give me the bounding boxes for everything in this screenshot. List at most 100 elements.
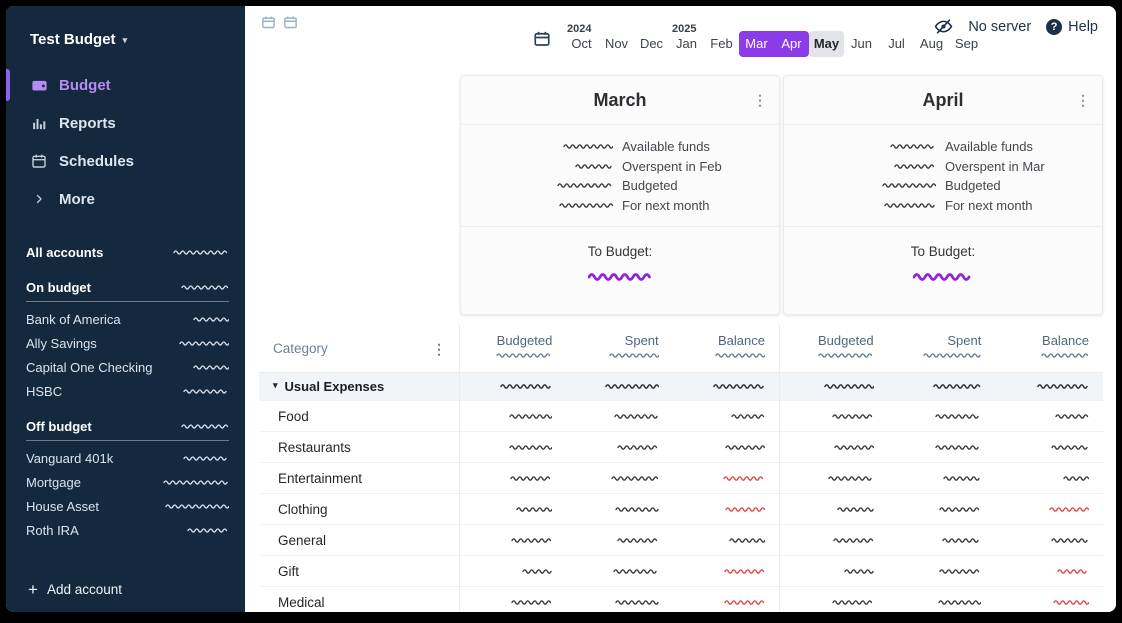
account-item-vanguard-401k[interactable]: Vanguard 401k [6,446,245,470]
category-row-entertainment[interactable]: Entertainment [259,463,1103,494]
category-name-cell[interactable]: Medical [259,587,460,612]
sidebar-item-budget[interactable]: Budget [6,66,245,104]
budgeted-cell[interactable] [460,494,566,524]
column-header-budgeted[interactable]: Budgeted [460,325,566,372]
account-group-header-on-budget[interactable]: On budget [26,280,229,302]
account-item-roth-ira[interactable]: Roth IRA [6,518,245,542]
category-group-name-cell[interactable]: ▾Usual Expenses [259,373,460,400]
account-item-mortgage[interactable]: Mortgage [6,470,245,494]
budgeted-cell[interactable] [460,401,566,431]
spent-cell[interactable] [888,463,996,493]
budgeted-cell[interactable] [780,463,888,493]
category-name-cell[interactable]: Gift [259,556,460,586]
category-row-restaurants[interactable]: Restaurants [259,432,1103,463]
two-month-view-icon[interactable] [283,15,298,35]
budgeted-cell[interactable] [460,463,566,493]
column-header-spent[interactable]: Spent [888,325,996,372]
budgeted-cell[interactable] [780,432,888,462]
month-nov[interactable]: Nov [599,31,634,57]
balance-cell[interactable] [673,432,779,462]
spent-cell[interactable] [888,525,996,555]
category-row-clothing[interactable]: Clothing [259,494,1103,525]
month-mar[interactable]: Mar [739,31,774,57]
sidebar-item-schedules[interactable]: Schedules [6,142,245,180]
balance-cell[interactable] [673,525,779,555]
balance-cell[interactable] [673,494,779,524]
balance-cell[interactable] [995,494,1103,524]
spent-cell[interactable] [566,494,672,524]
spent-cell[interactable] [888,401,996,431]
balance-cell[interactable] [995,432,1103,462]
to-budget-section[interactable]: To Budget: [461,227,779,282]
budgeted-cell[interactable] [780,373,888,400]
spent-cell[interactable] [566,463,672,493]
budgeted-cell[interactable] [460,587,566,612]
month-feb[interactable]: Feb [704,31,739,57]
month-jul[interactable]: Jul [879,31,914,57]
spent-cell[interactable] [888,556,996,586]
month-jan[interactable]: 2025Jan [669,31,704,57]
spent-cell[interactable] [566,373,672,400]
balance-cell[interactable] [673,556,779,586]
balance-cell[interactable] [995,587,1103,612]
account-item-capital-one-checking[interactable]: Capital One Checking [6,355,245,379]
balance-cell[interactable] [673,373,779,400]
balance-cell[interactable] [673,587,779,612]
server-status[interactable]: No server [968,19,1031,35]
spent-cell[interactable] [566,401,672,431]
balance-cell[interactable] [995,556,1103,586]
budget-switcher[interactable]: Test Budget ▾ [6,28,245,50]
kebab-menu-icon[interactable]: ⋮ [753,93,767,107]
budgeted-cell[interactable] [780,525,888,555]
budgeted-cell[interactable] [780,494,888,524]
account-item-ally-savings[interactable]: Ally Savings [6,331,245,355]
budgeted-cell[interactable] [460,556,566,586]
month-jun[interactable]: Jun [844,31,879,57]
spent-cell[interactable] [566,432,672,462]
category-name-cell[interactable]: Restaurants [259,432,460,462]
account-item-bank-of-america[interactable]: Bank of America [6,307,245,331]
column-header-budgeted[interactable]: Budgeted [780,325,888,372]
month-picker-calendar-icon[interactable] [533,30,551,53]
balance-cell[interactable] [673,401,779,431]
balance-cell[interactable] [995,463,1103,493]
spent-cell[interactable] [888,432,996,462]
category-row-food[interactable]: Food [259,401,1103,432]
category-row-medical[interactable]: Medical [259,587,1103,612]
column-header-balance[interactable]: Balance [995,325,1103,372]
month-may[interactable]: May [809,31,844,57]
spent-cell[interactable] [566,587,672,612]
sidebar-item-more[interactable]: More [6,180,245,218]
category-name-cell[interactable]: Food [259,401,460,431]
account-item-house-asset[interactable]: House Asset [6,494,245,518]
help-button[interactable]: ? Help [1046,19,1098,35]
spent-cell[interactable] [888,494,996,524]
balance-cell[interactable] [995,525,1103,555]
spent-cell[interactable] [566,556,672,586]
budgeted-cell[interactable] [460,525,566,555]
kebab-menu-icon[interactable]: ⋮ [1076,93,1090,107]
column-header-balance[interactable]: Balance [673,325,779,372]
category-name-cell[interactable]: Entertainment [259,463,460,493]
add-account-button[interactable]: + Add account [6,578,245,612]
category-group-row[interactable]: ▾Usual Expenses [259,373,1103,401]
balance-cell[interactable] [995,373,1103,400]
month-apr[interactable]: Apr [774,31,809,57]
month-dec[interactable]: Dec [634,31,669,57]
budgeted-cell[interactable] [780,556,888,586]
spent-cell[interactable] [888,373,996,400]
category-row-gift[interactable]: Gift [259,556,1103,587]
budgeted-cell[interactable] [460,432,566,462]
column-header-spent[interactable]: Spent [566,325,672,372]
sidebar-item-reports[interactable]: Reports [6,104,245,142]
spent-cell[interactable] [888,587,996,612]
all-accounts-item[interactable]: All accounts [6,240,245,264]
budgeted-cell[interactable] [460,373,566,400]
privacy-eye-off-icon[interactable] [934,17,953,36]
category-row-general[interactable]: General [259,525,1103,556]
kebab-menu-icon[interactable]: ⋮ [432,342,446,356]
category-name-cell[interactable]: Clothing [259,494,460,524]
balance-cell[interactable] [995,401,1103,431]
category-name-cell[interactable]: General [259,525,460,555]
budgeted-cell[interactable] [780,401,888,431]
